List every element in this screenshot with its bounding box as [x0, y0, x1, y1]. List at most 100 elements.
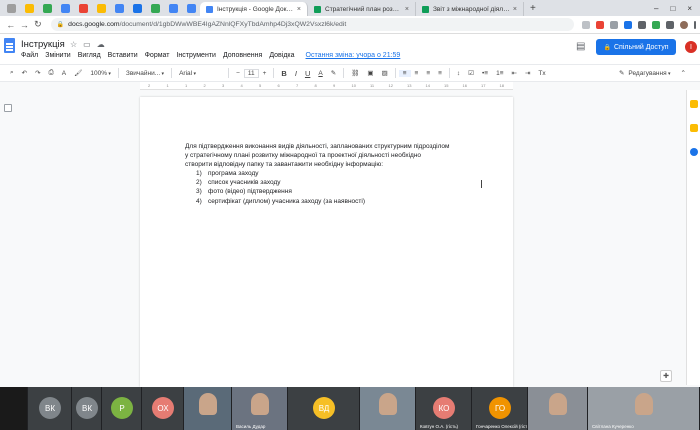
undo-icon[interactable]: ↶ [18, 69, 31, 77]
profile-icon[interactable] [680, 20, 688, 29]
style-select[interactable]: Звичайни... [122, 70, 168, 77]
menu-addons[interactable]: Доповнення [223, 52, 262, 59]
tasks-icon[interactable] [690, 148, 698, 156]
highlight-icon[interactable]: ✎ [327, 69, 340, 77]
pinned-tab[interactable] [110, 1, 128, 15]
comments-icon[interactable]: ▤ [576, 41, 585, 52]
participant-tile[interactable]: ОХ [142, 387, 183, 430]
underline-button[interactable]: U [301, 69, 314, 78]
clear-formatting-icon[interactable]: Tx [534, 70, 549, 77]
print-icon[interactable]: ⎙ [45, 69, 58, 77]
tab-report[interactable]: Звіт з міжнародної діяльності × [416, 2, 524, 16]
last-edit-link[interactable]: Остання зміна: учора о 21:59 [306, 52, 401, 59]
pinned-tab[interactable] [128, 1, 146, 15]
image-icon[interactable]: ▨ [378, 69, 392, 77]
back-icon[interactable]: ← [4, 20, 18, 30]
text-color-icon[interactable]: A [314, 70, 326, 77]
extension-icon[interactable] [610, 20, 618, 29]
paint-format-icon[interactable]: 🖌 [70, 69, 86, 77]
extension-icon[interactable] [596, 20, 604, 29]
explore-button[interactable]: ✚ [660, 370, 672, 382]
reload-icon[interactable]: ↻ [31, 19, 45, 30]
extension-icon[interactable] [666, 20, 674, 29]
docs-logo-icon[interactable] [4, 38, 15, 53]
pinned-tab[interactable] [164, 1, 182, 15]
menu-view[interactable]: Вигляд [78, 52, 101, 59]
increase-size-icon[interactable]: + [259, 70, 271, 77]
align-justify-icon[interactable]: ≡ [434, 70, 446, 77]
align-left-icon[interactable]: ≡ [398, 69, 411, 77]
line-spacing-icon[interactable]: ↕ [453, 70, 464, 77]
close-tab-icon[interactable]: × [513, 6, 517, 13]
document-page[interactable] [140, 97, 513, 387]
tab-strategic-plan[interactable]: Стратегічний план розвитку м... × [308, 2, 416, 16]
menu-insert[interactable]: Вставити [108, 52, 138, 59]
participant-tile[interactable]: Василь Дудар [232, 387, 287, 430]
checklist-icon[interactable]: ☑ [464, 69, 478, 77]
extension-icon[interactable] [652, 20, 660, 29]
calendar-icon[interactable] [690, 100, 698, 108]
editing-mode-select[interactable]: Редагування [628, 70, 670, 77]
participant-tile[interactable] [360, 387, 415, 430]
close-window-icon[interactable]: × [687, 4, 692, 13]
align-center-icon[interactable]: ≡ [411, 70, 423, 77]
menu-help[interactable]: Довідка [269, 52, 294, 59]
maximize-icon[interactable]: □ [670, 4, 675, 13]
keep-icon[interactable] [690, 124, 698, 132]
menu-file[interactable]: Файл [21, 52, 38, 59]
tab-instruction[interactable]: Інструкція - Google Документи × [200, 2, 308, 16]
link-icon[interactable]: ⛓ [347, 69, 363, 77]
pinned-tab[interactable] [74, 1, 92, 15]
participant-tile[interactable] [528, 387, 587, 430]
participant-tile[interactable]: ВК [72, 387, 101, 430]
pinned-tab[interactable] [38, 1, 56, 15]
align-right-icon[interactable]: ≡ [422, 70, 434, 77]
participant-tile[interactable]: Р [102, 387, 141, 430]
italic-button[interactable]: I [291, 69, 301, 78]
participant-tile[interactable]: КО Ковтун О.А. (гість) [416, 387, 471, 430]
spellcheck-icon[interactable]: A [58, 70, 70, 77]
close-tab-icon[interactable]: × [405, 6, 409, 13]
pinned-tab[interactable] [2, 1, 20, 15]
collapse-menus-icon[interactable]: ⌃ [681, 69, 686, 77]
participant-tile[interactable]: ВК [28, 387, 71, 430]
decrease-indent-icon[interactable]: ⇤ [508, 69, 521, 77]
close-tab-icon[interactable]: × [297, 6, 301, 13]
bookmark-star-icon[interactable] [582, 20, 590, 29]
new-tab-button[interactable]: + [524, 3, 542, 14]
document-body[interactable]: Для підтвердження виконання видів діяльн… [185, 142, 485, 206]
numbered-list-icon[interactable]: 1≡ [492, 70, 507, 77]
extension-icon[interactable] [638, 20, 646, 29]
search-menus-icon[interactable]: ⌕ [6, 69, 18, 77]
participant-tile[interactable]: ГО Гончаренко Олексій (гість) [472, 387, 527, 430]
move-folder-icon[interactable]: ▭ [83, 40, 91, 49]
bold-button[interactable]: B [277, 69, 290, 78]
pinned-tab[interactable] [92, 1, 110, 15]
menu-kebab-icon[interactable] [694, 20, 696, 29]
participant-tile[interactable]: Світлана Кучеренко [588, 387, 699, 430]
pinned-tab[interactable] [182, 1, 200, 15]
pinned-tab[interactable] [56, 1, 74, 15]
ruler[interactable]: 2 1 1 2 3 4 5 6 7 8 9 10 11 12 13 14 15 16 17 18 [140, 82, 513, 90]
participant-tile[interactable] [184, 387, 231, 430]
url-input[interactable]: 🔒 docs.google.com/document/d/1gbDWwWBE4I… [50, 18, 574, 31]
extension-icon[interactable] [624, 20, 632, 29]
document-title[interactable]: Інструкція [21, 39, 65, 50]
bulleted-list-icon[interactable]: •≡ [478, 70, 492, 77]
pinned-tab[interactable] [20, 1, 38, 15]
outline-icon[interactable] [4, 104, 12, 112]
cloud-status-icon[interactable]: ☁ [97, 40, 105, 49]
star-icon[interactable]: ☆ [70, 40, 77, 49]
redo-icon[interactable]: ↷ [31, 69, 44, 77]
participant-tile[interactable] [0, 387, 27, 430]
menu-edit[interactable]: Змінити [45, 52, 71, 59]
forward-icon[interactable]: → [18, 20, 32, 30]
user-avatar[interactable]: I [684, 40, 698, 54]
share-button[interactable]: 🔒 Спільний Доступ [596, 39, 676, 55]
zoom-select[interactable]: 100% [86, 70, 115, 77]
increase-indent-icon[interactable]: ⇥ [521, 69, 534, 77]
comment-add-icon[interactable]: ▣ [363, 69, 377, 77]
font-size-input[interactable]: 11 [243, 68, 259, 78]
font-select[interactable]: Arial [175, 70, 225, 77]
participant-tile[interactable]: ВД [288, 387, 359, 430]
